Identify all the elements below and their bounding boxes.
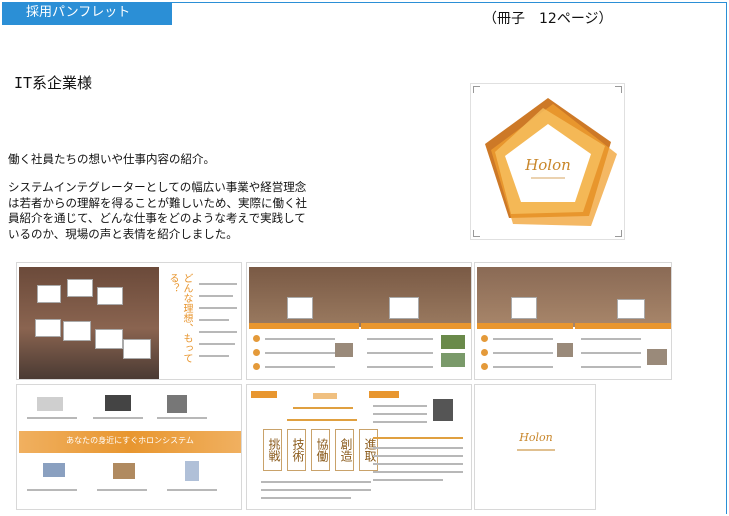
value-2: 技術 — [287, 429, 306, 471]
spread-4: あなたの身近にすぐホロンシステム — [16, 384, 242, 510]
tab-underline — [2, 24, 172, 25]
back-cover-logo: Holon — [519, 431, 553, 444]
spread-1: どんな理想、もってる？ — [16, 262, 242, 380]
cover-pentagon-graphic: Holon — [485, 98, 617, 226]
cover-page: Holon — [470, 83, 625, 240]
value-1: 挑戦 — [263, 429, 282, 471]
spread-2 — [246, 262, 472, 380]
spread-2-photo — [249, 267, 471, 327]
description-text: システムインテグレーターとしての幅広い事業や経営理念は若者からの理解を得ることが… — [8, 180, 307, 241]
back-cover: Holon — [474, 384, 596, 510]
spread-1-title: どんな理想、もってる？ — [167, 273, 192, 363]
value-4: 創造 — [335, 429, 354, 471]
cover-logo: Holon — [524, 156, 571, 174]
spread-3 — [474, 262, 672, 380]
value-3: 協働 — [311, 429, 330, 471]
spread-4-banner-text: あなたの身近にすぐホロンシステム — [66, 436, 194, 445]
booklet-info: （冊子 12ページ） — [483, 11, 613, 27]
spread-5: 挑戦 技術 協働 創造 進取 — [246, 384, 472, 510]
category-tab: 採用パンフレット — [2, 2, 172, 24]
lead-text: 働く社員たちの想いや仕事内容の紹介。 — [8, 152, 215, 166]
client-name: IT系企業様 — [14, 74, 93, 92]
